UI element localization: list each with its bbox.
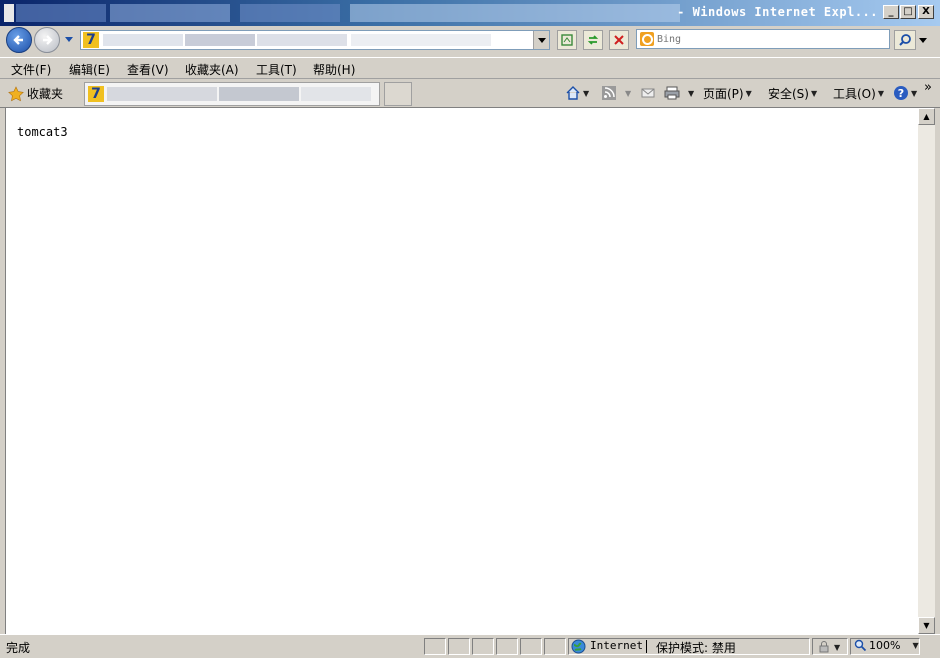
back-arrow-icon (13, 35, 23, 45)
search-button[interactable] (894, 30, 916, 50)
close-button[interactable]: X (918, 5, 934, 19)
chevron-down-icon: ▼ (834, 642, 841, 652)
chevron-down-icon: ▼ (745, 89, 752, 98)
menu-file[interactable]: 文件(F) (11, 61, 51, 78)
chevron-down-icon: ▼ (911, 88, 918, 98)
favorites-star-icon (8, 85, 24, 101)
protected-mode-label: 保护模式: 禁用 (656, 641, 736, 655)
status-text: 完成 (6, 641, 31, 655)
scroll-up-button[interactable]: ▲ (918, 108, 935, 125)
chevron-down-icon: ▼ (877, 89, 884, 98)
chevron-down-icon: ▼ (625, 88, 632, 98)
app-icon (4, 4, 14, 22)
help-icon: ? (894, 86, 908, 100)
window-title: - Windows Internet Expl... (677, 5, 878, 19)
vertical-scrollbar[interactable]: ▲ ▼ (918, 108, 935, 634)
menu-bar: 文件(F) 编辑(E) 查看(V) 收藏夹(A) 工具(T) 帮助(H) (0, 57, 940, 79)
recent-pages-button[interactable] (63, 33, 75, 48)
refresh-icon (587, 35, 599, 45)
dropdown-icon (919, 38, 927, 43)
menu-tools[interactable]: 工具(T) (256, 61, 297, 78)
address-input[interactable]: 7 (80, 30, 550, 50)
refresh-button[interactable] (583, 30, 603, 50)
minimize-button[interactable]: _ (883, 5, 899, 19)
chevron-down-icon: ▼ (912, 641, 919, 650)
menu-help[interactable]: 帮助(H) (313, 61, 355, 78)
stop-button[interactable] (609, 30, 629, 50)
page-content: tomcat3 (5, 108, 918, 634)
browser-tab[interactable]: 7 (84, 82, 380, 106)
search-box[interactable] (636, 29, 890, 49)
svg-text:?: ? (898, 87, 904, 100)
safety-menu-label: 安全(S) (768, 87, 809, 101)
zoom-level: 100% (869, 639, 901, 652)
chevron-down-icon: ▼ (688, 88, 695, 98)
lock-icon (819, 641, 829, 653)
read-mail-button[interactable] (640, 85, 656, 101)
print-button[interactable]: ▼ (663, 85, 694, 101)
scroll-down-button[interactable]: ▼ (918, 617, 935, 634)
address-dropdown-button[interactable] (533, 31, 549, 49)
zone-label: Internet (590, 639, 643, 652)
page-menu-label: 页面(P) (703, 87, 744, 101)
print-icon (664, 86, 680, 100)
home-icon (566, 86, 580, 100)
restore-button[interactable]: □ (900, 5, 916, 19)
menu-favorites[interactable]: 收藏夹(A) (185, 61, 239, 78)
dropdown-icon (65, 37, 73, 42)
navigation-bar: 7 (0, 26, 940, 56)
favorites-label: 收藏夹 (27, 87, 64, 101)
rss-icon (602, 86, 616, 100)
bing-icon (640, 32, 654, 46)
tools-menu-label: 工具(O) (833, 87, 876, 101)
tools-menu-button[interactable]: 工具(O) ▼ (833, 85, 884, 102)
menu-view[interactable]: 查看(V) (127, 61, 169, 78)
chevron-down-icon: ▼ (583, 88, 590, 98)
mail-icon (641, 88, 655, 98)
search-icon (899, 34, 911, 46)
title-bar[interactable]: - Windows Internet Expl... _ □ X (0, 0, 940, 26)
dropdown-icon (537, 38, 546, 43)
favorites-button[interactable]: 收藏夹 (8, 85, 63, 102)
compatibility-view-button[interactable] (557, 30, 577, 50)
forward-arrow-icon (43, 35, 53, 45)
globe-icon (571, 639, 586, 657)
safety-menu-button[interactable]: 安全(S) ▼ (768, 85, 817, 102)
site-icon: 7 (83, 32, 99, 48)
search-input[interactable] (657, 31, 883, 47)
zoom-icon (854, 639, 867, 652)
back-button[interactable] (6, 27, 32, 53)
home-button[interactable]: ▼ (565, 85, 589, 101)
page-menu-button[interactable]: 页面(P) ▼ (703, 85, 752, 102)
page-text: tomcat3 (17, 125, 68, 139)
forward-button[interactable] (34, 27, 60, 53)
favorites-bar: 收藏夹 7 ▼ ▼ ▼ 页面(P) ▼ 安全(S) ▼ 工具(O) ▼ ? ▼ … (0, 80, 940, 108)
menu-edit[interactable]: 编辑(E) (69, 61, 110, 78)
compatibility-icon (561, 34, 573, 46)
chevron-down-icon: ▼ (810, 89, 818, 98)
tab-site-icon: 7 (88, 86, 104, 102)
feeds-button[interactable]: ▼ (601, 85, 631, 101)
toolbar-overflow-button[interactable]: » (924, 80, 932, 95)
title-blur (16, 4, 106, 22)
status-bar: 完成 Internet 保护模式: 禁用 ▼ 100% ▼ (0, 634, 940, 658)
new-tab-button[interactable] (384, 82, 412, 106)
stop-icon (614, 35, 624, 45)
help-button[interactable]: ? ▼ (893, 85, 917, 101)
search-options-button[interactable] (918, 34, 928, 48)
